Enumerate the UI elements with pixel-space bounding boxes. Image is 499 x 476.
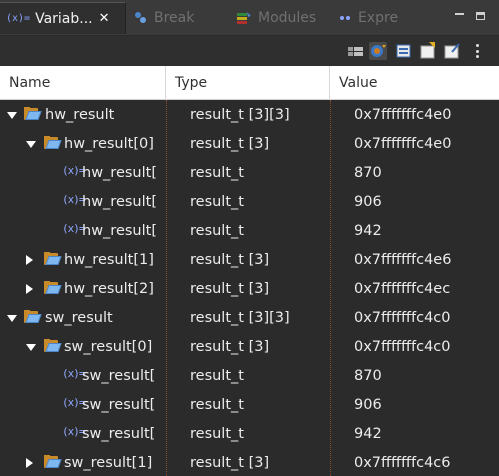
variable-name: sw_result <box>45 309 113 326</box>
tab-label: Variab... <box>35 10 93 27</box>
tab-expressions[interactable]: Expre <box>334 2 434 34</box>
column-header-type[interactable]: Type <box>166 66 330 100</box>
variable-value: 0x7fffffffc4e0 <box>354 135 452 152</box>
variable-type: result_t <box>190 193 244 210</box>
variable-name: hw_result[ <box>82 164 157 181</box>
column-header: Name Type Value <box>0 66 499 100</box>
view-tab-bar: (x)= Variab... ✕ Break Modules Expre <box>0 0 499 36</box>
variable-name: sw_result[1] <box>64 454 153 471</box>
variables-tree: hw_result result_t [3][3] 0x7fffffffc4e0 hw… <box>0 100 499 476</box>
variable-type: result_t <box>190 164 244 181</box>
table-row[interactable]: (x)= hw_result[result_t 942 <box>0 216 499 245</box>
column-header-value[interactable]: Value <box>330 66 499 100</box>
tab-breakpoints[interactable]: Break <box>128 2 228 34</box>
variable-name: sw_result[ <box>82 367 156 384</box>
table-row[interactable]: (x)= sw_result[result_t 942 <box>0 419 499 448</box>
variable-type: result_t <box>190 425 244 442</box>
table-row[interactable]: (x)= hw_result[result_t 870 <box>0 158 499 187</box>
column-header-name[interactable]: Name <box>0 66 166 100</box>
table-row[interactable]: sw_result[0] result_t [3] 0x7fffffffc4c0 <box>0 332 499 361</box>
tab-modules[interactable]: Modules <box>232 2 332 34</box>
variable-value: 942 <box>354 222 382 239</box>
variable-type: result_t [3][3] <box>190 309 290 326</box>
variable-type: result_t [3] <box>190 454 270 471</box>
remove-global-variables-icon[interactable] <box>443 42 461 60</box>
variable-value: 870 <box>354 367 382 384</box>
variable-name: hw_result[2] <box>64 280 154 297</box>
tab-label: Break <box>154 10 195 26</box>
variable-type: result_t <box>190 222 244 239</box>
variable-value: 0x7fffffffc4c0 <box>354 338 451 355</box>
table-row[interactable]: sw_result[1] result_t [3] 0x7fffffffc4c6 <box>0 448 499 476</box>
variable-value: 870 <box>354 164 382 181</box>
variable-name: hw_result[0] <box>64 135 154 152</box>
expressions-icon <box>338 11 352 25</box>
variable-type: result_t <box>190 396 244 413</box>
collapse-all-icon[interactable] <box>395 42 413 60</box>
maximize-icon[interactable] <box>472 8 488 24</box>
variable-value: 0x7fffffffc4c0 <box>354 309 451 326</box>
table-row[interactable]: hw_result[1] result_t [3] 0x7fffffffc4e6 <box>0 245 499 274</box>
variable-value: 0x7fffffffc4e0 <box>354 106 452 123</box>
table-row[interactable]: (x)= hw_result[result_t 906 <box>0 187 499 216</box>
variable-type: result_t [3] <box>190 280 270 297</box>
table-row[interactable]: hw_result result_t [3][3] 0x7fffffffc4e0 <box>0 100 499 129</box>
show-logical-structure-icon[interactable] <box>369 42 387 60</box>
variable-type: result_t [3] <box>190 338 270 355</box>
variable-type: result_t [3][3] <box>190 106 290 123</box>
variable-type: result_t [3] <box>190 135 270 152</box>
variable-name: hw_result <box>45 106 115 123</box>
variable-name: sw_result[ <box>82 425 156 442</box>
variable-value: 0x7fffffffc4ec <box>354 280 451 297</box>
variable-name: hw_result[ <box>82 193 157 210</box>
variable-name: hw_result[1] <box>64 251 154 268</box>
tab-label: Modules <box>258 10 317 26</box>
show-type-names-icon[interactable] <box>347 42 365 60</box>
table-row[interactable]: hw_result[0] result_t [3] 0x7fffffffc4e0 <box>0 129 499 158</box>
variable-value: 0x7fffffffc4c6 <box>354 454 451 471</box>
variable-name: sw_result[0] <box>64 338 153 355</box>
variables-icon: (x)= <box>6 13 31 24</box>
table-row[interactable]: (x)= sw_result[result_t 870 <box>0 361 499 390</box>
variable-name: sw_result[ <box>82 396 156 413</box>
modules-icon <box>236 11 252 25</box>
add-global-variables-icon[interactable] <box>419 42 437 60</box>
variable-type: result_t <box>190 367 244 384</box>
tab-variables[interactable]: (x)= Variab... ✕ <box>0 2 126 34</box>
table-row[interactable]: sw_result result_t [3][3] 0x7fffffffc4c0 <box>0 303 499 332</box>
variable-name: hw_result[ <box>82 222 157 239</box>
breakpoints-icon <box>134 11 148 25</box>
tab-label: Expre <box>358 10 399 26</box>
table-row[interactable]: hw_result[2] result_t [3] 0x7fffffffc4ec <box>0 274 499 303</box>
variable-value: 906 <box>354 396 382 413</box>
table-row[interactable]: (x)= sw_result[result_t 906 <box>0 390 499 419</box>
variable-value: 906 <box>354 193 382 210</box>
variable-type: result_t [3] <box>190 251 270 268</box>
view-toolbar <box>0 36 499 66</box>
view-menu-icon[interactable] <box>470 42 484 60</box>
variable-value: 0x7fffffffc4e6 <box>354 251 452 268</box>
close-icon[interactable]: ✕ <box>99 11 110 26</box>
variable-value: 942 <box>354 425 382 442</box>
minimize-icon[interactable] <box>451 8 467 24</box>
